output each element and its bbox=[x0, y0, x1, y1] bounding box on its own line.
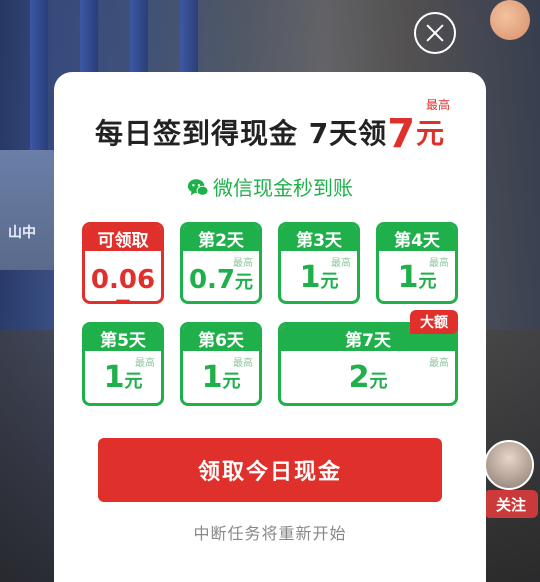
day-card-1[interactable]: 可领取 0.06元 bbox=[82, 222, 164, 304]
day-value: 2元 bbox=[348, 360, 388, 395]
wechat-icon bbox=[187, 179, 209, 196]
day-label: 第5天 bbox=[85, 325, 161, 351]
day-label: 第2天 bbox=[183, 225, 259, 251]
close-button[interactable] bbox=[414, 12, 456, 54]
title-amount: 7 bbox=[387, 111, 417, 157]
avatar[interactable] bbox=[484, 440, 534, 490]
modal-subtitle: 微信现金秒到账 bbox=[54, 172, 486, 201]
day-label: 第6天 bbox=[183, 325, 259, 351]
day-card-7[interactable]: 第7天 最高 2元 bbox=[278, 322, 458, 406]
big-amount-badge: 大额 bbox=[410, 310, 458, 334]
title-prefix: 每日签到得现金 7天领 bbox=[94, 117, 388, 150]
background-sign bbox=[0, 150, 60, 270]
day-card-6[interactable]: 第6天 最高 1元 bbox=[180, 322, 262, 406]
day-value: 0.7元 bbox=[188, 265, 254, 295]
day-label: 可领取 bbox=[85, 225, 161, 251]
day-card-2[interactable]: 第2天 最高 0.7元 bbox=[180, 222, 262, 304]
day-label: 第3天 bbox=[281, 225, 357, 251]
day-card-4[interactable]: 第4天 最高 1元 bbox=[376, 222, 458, 304]
close-icon bbox=[426, 24, 444, 42]
follow-button[interactable]: 关注 bbox=[484, 490, 538, 518]
day-value: 1元 bbox=[299, 260, 339, 295]
day-value: 1元 bbox=[103, 360, 143, 395]
day-card-3[interactable]: 第3天 最高 1元 bbox=[278, 222, 360, 304]
background-hand bbox=[490, 0, 530, 40]
interrupt-note: 中断任务将重新开始 bbox=[193, 524, 347, 543]
day-label: 第4天 bbox=[379, 225, 455, 251]
day-value: 1元 bbox=[201, 360, 241, 395]
day-value: 1元 bbox=[397, 260, 437, 295]
background-sign-text: 山中 bbox=[8, 225, 36, 241]
modal-title: 每日签到得现金 7天领7元 最高 bbox=[54, 98, 486, 154]
claim-today-button[interactable]: 领取今日现金 bbox=[98, 438, 442, 502]
day-card-5[interactable]: 第5天 最高 1元 bbox=[82, 322, 164, 406]
day-value: 0.06元 bbox=[90, 265, 156, 301]
title-unit: 元 bbox=[416, 117, 446, 150]
title-max-label: 最高 bbox=[426, 98, 451, 112]
subtitle-text: 微信现金秒到账 bbox=[213, 176, 353, 200]
